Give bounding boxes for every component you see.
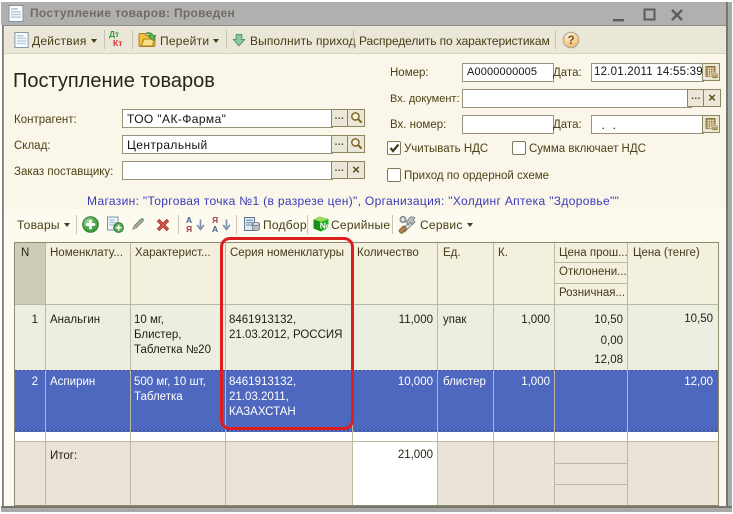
svg-text:№: № <box>320 221 330 231</box>
